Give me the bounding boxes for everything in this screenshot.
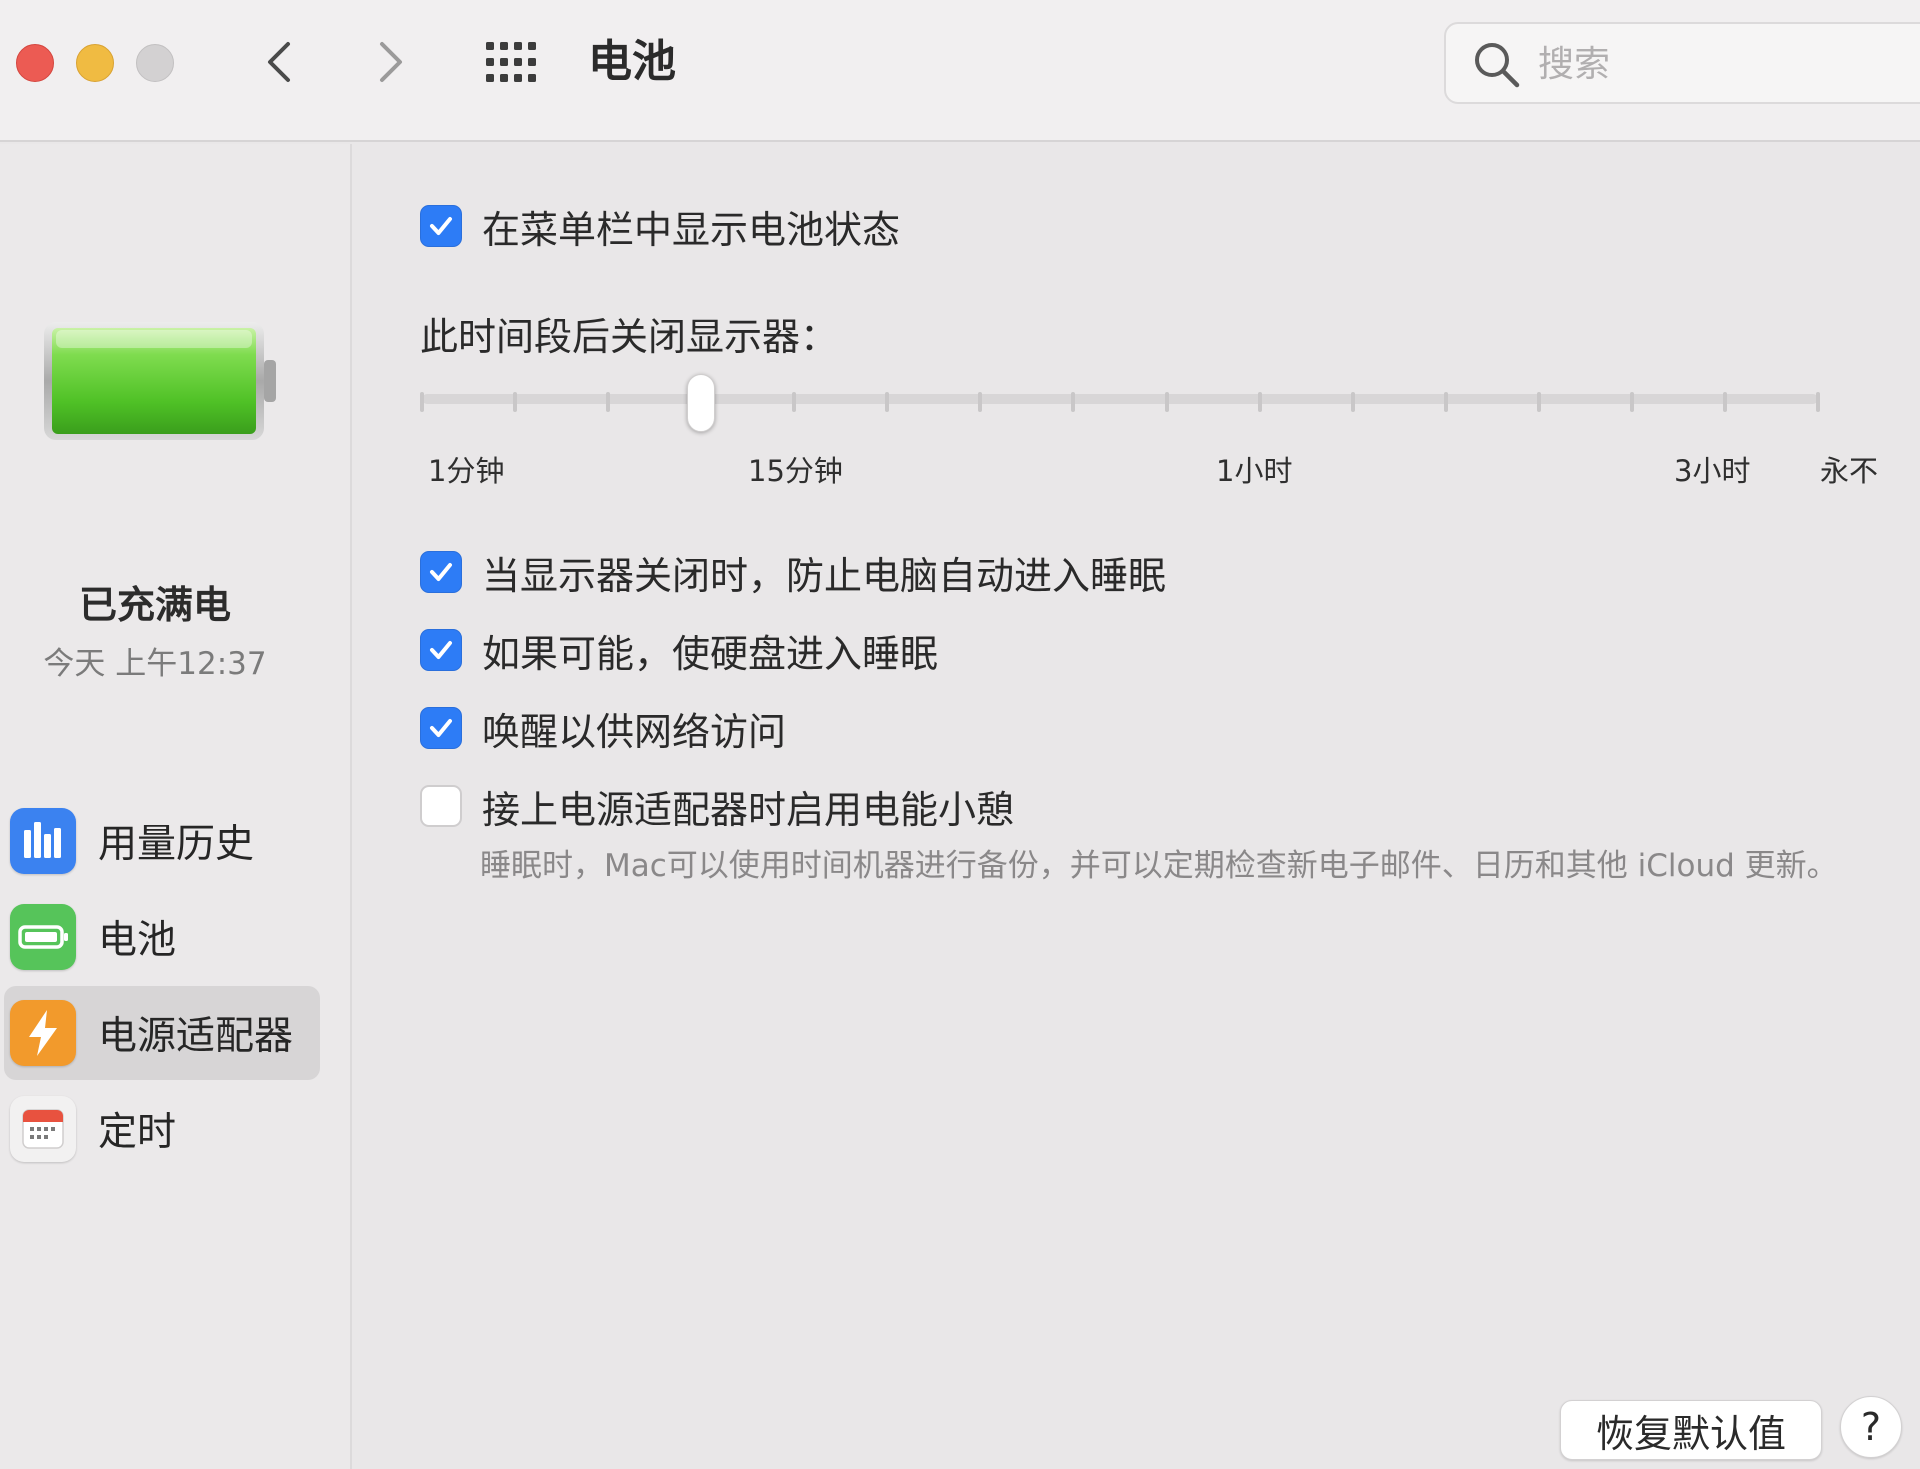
disk-sleep-checkbox[interactable]: [420, 629, 462, 671]
sidebar-item-label: 电池: [98, 918, 177, 963]
tick-label-1min: 1分钟: [428, 454, 505, 488]
slider-tick: [420, 392, 424, 412]
toolbar: 电池: [0, 0, 1920, 142]
search-field[interactable]: [1444, 22, 1920, 104]
power-nap-checkbox[interactable]: [420, 785, 462, 827]
slider-tick: [885, 392, 890, 412]
sidebar-item-battery[interactable]: 电池: [4, 890, 320, 984]
slider-tick: [1536, 392, 1541, 412]
help-button[interactable]: ?: [1840, 1396, 1902, 1458]
slider-tick: [606, 392, 611, 412]
prevent-sleep-row[interactable]: 当显示器关闭时，防止电脑自动进入睡眠: [420, 544, 1166, 600]
checkmark-icon: [430, 719, 452, 737]
show-battery-status-checkbox[interactable]: [420, 205, 462, 247]
slider-tick: [978, 392, 983, 412]
show-all-button[interactable]: [484, 38, 540, 88]
settings-panel: 在菜单栏中显示电池状态 此时间段后关闭显示器： 1分钟 15分钟 1小时 3小时…: [354, 144, 1920, 1469]
slider-thumb[interactable]: [687, 374, 716, 432]
sidebar: 已充满电 今天 上午12:37 用量历史 电池 电源适配器 定时: [0, 144, 352, 1469]
back-button[interactable]: [250, 32, 310, 92]
tick-label-1hour: 1小时: [1216, 454, 1293, 488]
slider-tick: [513, 392, 518, 412]
battery-full-icon: [44, 322, 276, 440]
slider-tick: [1350, 392, 1355, 412]
restore-defaults-button[interactable]: 恢复默认值: [1560, 1400, 1822, 1460]
calendar-icon: [10, 1096, 76, 1162]
zoom-window-button[interactable]: [136, 44, 174, 82]
show-battery-status-label: 在菜单栏中显示电池状态: [482, 207, 901, 252]
sidebar-item-label: 定时: [98, 1110, 177, 1155]
checkmark-icon: [430, 641, 452, 659]
sidebar-item-power-adapter[interactable]: 电源适配器: [4, 986, 320, 1080]
power-nap-label: 接上电源适配器时启用电能小憩: [482, 787, 1015, 832]
sidebar-item-usage-history[interactable]: 用量历史: [4, 794, 320, 888]
forward-button[interactable]: [360, 32, 420, 92]
disk-sleep-row[interactable]: 如果可能，使硬盘进入睡眠: [420, 622, 938, 678]
charge-status-time: 今天 上午12:37: [43, 646, 267, 682]
slider-tick: [1722, 392, 1727, 412]
tick-label-never: 永不: [1820, 454, 1879, 488]
slider-tick: [1071, 392, 1076, 412]
checkmark-icon: [430, 563, 452, 581]
search-input[interactable]: [1538, 38, 1898, 90]
slider-track[interactable]: [422, 394, 1818, 404]
wake-network-row[interactable]: 唤醒以供网络访问: [420, 700, 786, 756]
disk-sleep-label: 如果可能，使硬盘进入睡眠: [482, 631, 939, 676]
sidebar-item-schedule[interactable]: 定时: [4, 1082, 320, 1176]
close-window-button[interactable]: [16, 44, 54, 82]
system-preferences-window: 电池 搜索 已充满电 今天 上午12:37 用量历史 电池 电源适配器 定时 在…: [0, 0, 1920, 1469]
tick-label-15min: 15分钟: [748, 454, 843, 488]
checkmark-icon: [430, 217, 452, 235]
minimize-window-button[interactable]: [76, 44, 114, 82]
power-nap-description: 睡眠时，Mac可以使用时间机器进行备份，并可以定期检查新电子邮件、日历和其他 i…: [480, 848, 1838, 884]
bar-chart-icon: [10, 808, 76, 874]
slider-tick: [792, 392, 797, 412]
wake-network-checkbox[interactable]: [420, 707, 462, 749]
power-nap-row[interactable]: 接上电源适配器时启用电能小憩: [420, 778, 1014, 834]
sidebar-item-label: 电源适配器: [98, 1014, 294, 1059]
window-title: 电池: [588, 36, 676, 87]
sidebar-item-label: 用量历史: [98, 822, 255, 867]
slider-tick: [1816, 392, 1820, 412]
prevent-sleep-checkbox[interactable]: [420, 551, 462, 593]
wake-network-label: 唤醒以供网络访问: [482, 709, 787, 754]
tick-label-3hours: 3小时: [1674, 454, 1751, 488]
slider-tick: [1629, 392, 1634, 412]
search-icon: [1475, 43, 1520, 88]
slider-tick: [1443, 392, 1448, 412]
prevent-sleep-label: 当显示器关闭时，防止电脑自动进入睡眠: [482, 553, 1167, 598]
slider-tick: [1257, 392, 1262, 412]
chevron-right-icon: [380, 42, 402, 82]
bolt-icon: [10, 1000, 76, 1066]
show-battery-status-row[interactable]: 在菜单栏中显示电池状态: [420, 198, 900, 254]
slider-tick: [1164, 392, 1169, 412]
charge-status-title: 已充满电: [78, 583, 231, 627]
grid-icon: [486, 42, 536, 82]
chevron-left-icon: [268, 42, 290, 82]
battery-icon: [10, 904, 76, 970]
display-off-slider-title: 此时间段后关闭显示器：: [420, 315, 839, 359]
